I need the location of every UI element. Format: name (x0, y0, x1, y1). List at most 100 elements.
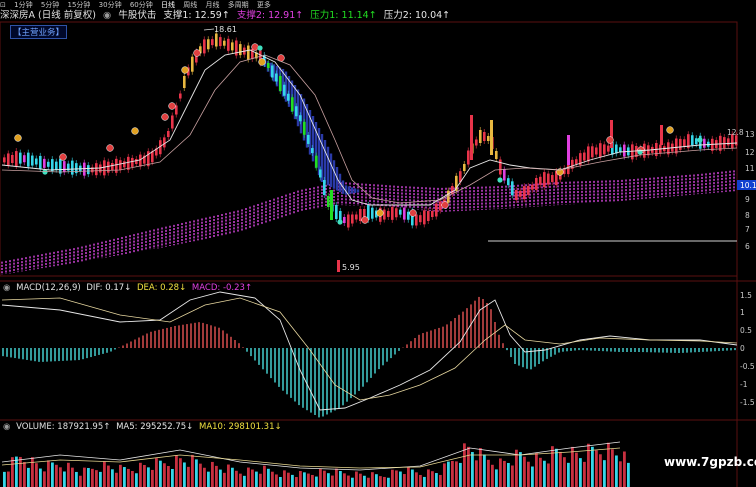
candle-body (35, 158, 38, 165)
candle-body (223, 40, 226, 46)
candle-body (423, 210, 426, 225)
volume-bar (491, 464, 494, 487)
candle-body (51, 159, 54, 172)
macd-tick: -0.5 (740, 362, 755, 371)
signal-circle (168, 102, 176, 110)
macd-title[interactable]: MACD(12,26,9) (16, 283, 81, 293)
volume-bar (279, 476, 282, 487)
volume-bar (519, 452, 522, 487)
volume-bar (439, 474, 442, 487)
candle-body (583, 152, 586, 161)
candle-body (507, 178, 510, 186)
candle-body (403, 207, 406, 220)
volume-title-bar: ◉ VOLUME: 187921.95↑ MA5: 295252.75↓ MA1… (3, 422, 285, 432)
volume-bar (427, 469, 430, 487)
candle-body (183, 76, 186, 88)
volume-bar (423, 476, 426, 487)
volume-bar (419, 474, 422, 487)
candle-body (359, 209, 362, 221)
signal-circle (251, 43, 259, 51)
candle-body (419, 215, 422, 223)
candle-body (539, 176, 542, 185)
volume-bar (203, 467, 206, 487)
volume-dot-icon[interactable]: ◉ (3, 422, 10, 432)
volume-bar (351, 477, 354, 487)
volume-bar (163, 463, 166, 487)
volume-bar (255, 471, 258, 487)
candle-body-large (490, 120, 493, 155)
volume-bar (627, 462, 630, 487)
signal-circle (59, 153, 67, 161)
candle-body (311, 148, 314, 154)
volume-bar (479, 448, 482, 487)
candle-body (267, 63, 270, 68)
candle-body (383, 209, 386, 220)
volume-bars (3, 442, 630, 487)
candle-body (355, 214, 358, 220)
candle-body-large (470, 115, 473, 160)
volume-bar (103, 461, 106, 487)
volume-bar (235, 470, 238, 487)
candle-body (343, 217, 346, 223)
volume-title[interactable]: VOLUME: 187921.95↑ (16, 422, 110, 432)
macd-dot-icon[interactable]: ◉ (3, 283, 10, 293)
macd-tick: 1.5 (740, 291, 752, 300)
candle-body (287, 93, 290, 101)
volume-ma5: MA5: 295252.75↓ (116, 422, 194, 432)
candle-body (135, 159, 138, 164)
current-price-tag: 10.1 (737, 180, 756, 190)
candle-body (43, 158, 46, 168)
candle-body-large (567, 135, 570, 165)
signal-circle (14, 134, 22, 142)
volume-bar (119, 464, 122, 487)
volume-bar (355, 471, 358, 487)
candle-body (503, 169, 506, 181)
candle-body (623, 144, 626, 157)
candle-body (531, 184, 534, 190)
signal-circle (376, 209, 384, 217)
candle-body (227, 38, 230, 51)
candle-body (27, 152, 30, 167)
signal-circle (161, 113, 169, 121)
candle-body (203, 39, 206, 54)
volume-bar (11, 457, 14, 487)
candle-body (323, 180, 326, 195)
volume-bar (227, 464, 230, 487)
ma-line-fast (1, 49, 738, 206)
signal-dot (497, 177, 503, 183)
volume-bar (547, 463, 550, 487)
volume-bar (139, 462, 142, 487)
watermark: www.7gpzb.com (664, 455, 756, 469)
candle-body (315, 155, 318, 168)
candle-body (119, 160, 122, 171)
price-tick: 6 (745, 242, 750, 251)
macd-tick: 1 (740, 308, 745, 317)
volume-bar (91, 468, 94, 487)
price-axis: 131211109876 (745, 130, 755, 251)
volume-bar (239, 473, 242, 487)
candle-body (399, 209, 402, 215)
price-tick: 8 (745, 211, 750, 220)
price-tick: 9 (745, 195, 750, 204)
candle-body (487, 136, 490, 141)
volume-bar (99, 471, 102, 487)
price-tick: 13 (745, 130, 755, 139)
candle-body-large (660, 125, 663, 145)
volume-bar (411, 469, 414, 487)
candle-body (103, 160, 106, 176)
volume-bar (583, 461, 586, 487)
volume-bar (155, 458, 158, 487)
signal-dot (42, 169, 48, 175)
volume-bar (179, 458, 182, 487)
high-label: 18.61 (203, 25, 237, 34)
candle-body (519, 190, 522, 197)
candle-body (47, 161, 50, 167)
volume-bar (483, 454, 486, 487)
volume-bar (335, 468, 338, 487)
volume-bar (23, 462, 26, 487)
volume-bar (199, 463, 202, 487)
price-tick: 11 (745, 164, 755, 173)
candle-body (283, 84, 286, 96)
volume-bar (127, 468, 130, 487)
candle-body (11, 155, 14, 163)
